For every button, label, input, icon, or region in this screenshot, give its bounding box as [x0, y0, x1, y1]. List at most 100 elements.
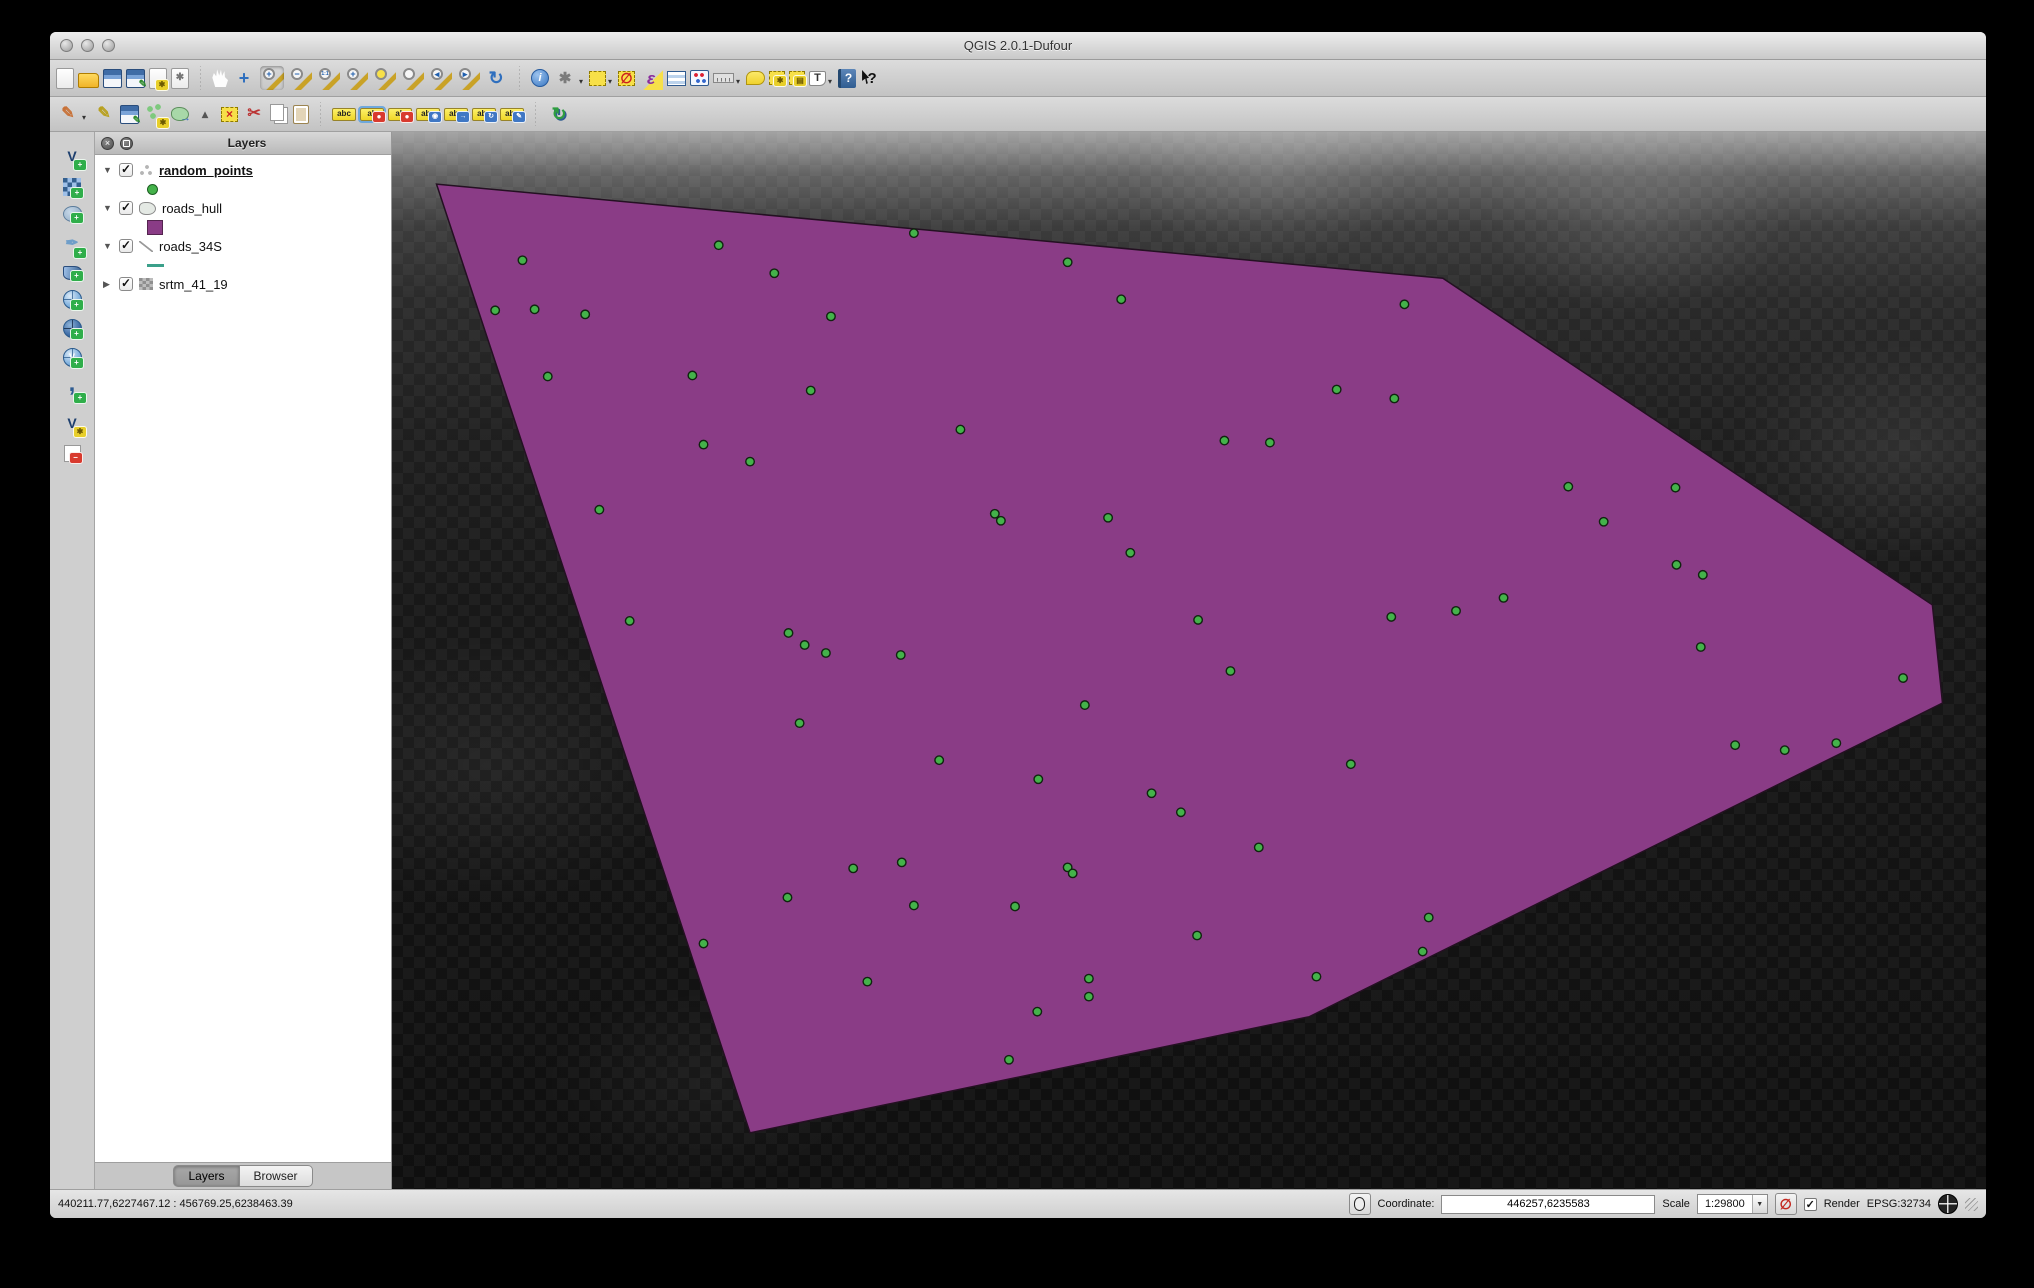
- help-contents-icon[interactable]: [838, 69, 856, 88]
- copy-features-icon[interactable]: [270, 104, 284, 121]
- zoom-last-icon[interactable]: [428, 66, 452, 90]
- remove-layer-icon[interactable]: −: [64, 445, 81, 462]
- layer-labeling-icon[interactable]: [332, 108, 356, 121]
- zoom-next-icon[interactable]: [456, 66, 480, 90]
- field-calculator-icon[interactable]: [690, 70, 709, 86]
- run-feature-action-icon[interactable]: [553, 66, 577, 90]
- text-annotation-icon[interactable]: [809, 71, 826, 86]
- layer-name[interactable]: random_points: [159, 163, 253, 178]
- pan-map-icon[interactable]: [212, 69, 228, 87]
- tab-layers[interactable]: Layers: [173, 1165, 238, 1187]
- crs-status-icon[interactable]: [1938, 1194, 1958, 1214]
- label-show-hide-icon[interactable]: ◉: [416, 108, 440, 121]
- cut-features-icon[interactable]: [242, 102, 266, 126]
- layer-name[interactable]: srtm_41_19: [159, 277, 228, 292]
- layer-checkbox[interactable]: [119, 163, 133, 177]
- select-by-expression-icon[interactable]: [639, 66, 663, 90]
- layer-checkbox[interactable]: [119, 239, 133, 253]
- add-postgis-layer-icon[interactable]: +: [63, 206, 82, 222]
- node-tool-icon[interactable]: [193, 102, 217, 126]
- layer-row-random-points[interactable]: ▼ random_points: [95, 159, 391, 181]
- processing-toolbox-icon[interactable]: [547, 102, 571, 126]
- resize-grip[interactable]: [1965, 1198, 1978, 1211]
- layer-row-srtm[interactable]: ▶ srtm_41_19: [95, 273, 391, 295]
- zoom-full-icon[interactable]: [344, 66, 368, 90]
- layer-checkbox[interactable]: [119, 277, 133, 291]
- new-print-composer-icon[interactable]: ✱: [149, 68, 167, 89]
- whats-this-icon[interactable]: [860, 66, 884, 90]
- open-attribute-table-icon[interactable]: [667, 71, 686, 86]
- add-vector-layer-icon[interactable]: +: [60, 144, 84, 168]
- map-tips-icon[interactable]: [746, 71, 765, 85]
- add-delimited-text-layer-icon[interactable]: +: [60, 377, 84, 401]
- render-checkbox[interactable]: ✓: [1804, 1198, 1817, 1211]
- add-wfs-layer-icon[interactable]: +: [63, 348, 82, 367]
- pan-to-selection-icon[interactable]: [232, 66, 256, 90]
- label-properties-icon[interactable]: ✎: [500, 108, 524, 121]
- add-raster-layer-icon[interactable]: +: [63, 178, 81, 196]
- composer-manager-icon[interactable]: [171, 68, 189, 89]
- tab-browser[interactable]: Browser: [239, 1165, 313, 1187]
- add-wcs-layer-icon[interactable]: +: [63, 319, 82, 338]
- add-feature-icon[interactable]: ✱: [143, 102, 167, 126]
- convex-hull-polygon[interactable]: [437, 184, 1943, 1133]
- current-edits-icon[interactable]: [56, 102, 80, 126]
- zoom-window-icon[interactable]: [102, 39, 115, 52]
- show-bookmarks-icon[interactable]: ▤: [789, 71, 805, 85]
- select-features-dropdown-icon[interactable]: ▾: [608, 77, 612, 86]
- label-change-icon[interactable]: ↻: [472, 108, 496, 121]
- label-move-icon[interactable]: ●: [360, 108, 384, 121]
- new-bookmark-icon[interactable]: ✱: [769, 71, 785, 85]
- label-rotate-icon[interactable]: ●: [388, 108, 412, 121]
- layer-row-roads-34s[interactable]: ▼ roads_34S: [95, 235, 391, 257]
- refresh-map-icon[interactable]: [484, 66, 508, 90]
- coordinate-input[interactable]: [1441, 1195, 1655, 1214]
- toggle-editing-icon[interactable]: [92, 102, 116, 126]
- zoom-in-icon[interactable]: [260, 66, 284, 90]
- paste-features-icon[interactable]: [293, 105, 309, 124]
- scale-combobox[interactable]: 1:29800 ▼: [1697, 1194, 1768, 1214]
- zoom-to-layer-icon[interactable]: [400, 66, 424, 90]
- save-project-icon[interactable]: [103, 69, 122, 88]
- save-layer-edits-icon[interactable]: [120, 105, 139, 124]
- title-bar[interactable]: QGIS 2.0.1-Dufour: [50, 32, 1986, 60]
- panel-float-icon[interactable]: [120, 137, 133, 150]
- stop-render-icon[interactable]: ∅: [1775, 1193, 1797, 1215]
- run-feature-action-dropdown-icon[interactable]: ▾: [579, 77, 583, 86]
- expand-arrow-icon[interactable]: ▼: [103, 203, 113, 213]
- expand-arrow-icon[interactable]: ▼: [103, 241, 113, 251]
- zoom-out-icon[interactable]: [288, 66, 312, 90]
- measure-dropdown-icon[interactable]: ▾: [736, 77, 740, 86]
- new-project-icon[interactable]: [56, 68, 74, 89]
- zoom-native-icon[interactable]: [316, 66, 340, 90]
- close-window-icon[interactable]: [60, 39, 73, 52]
- move-feature-icon[interactable]: [171, 107, 189, 121]
- layer-row-roads-hull[interactable]: ▼ roads_hull: [95, 197, 391, 219]
- mouse-position-icon[interactable]: [1349, 1193, 1371, 1215]
- add-mssql-layer-icon[interactable]: +: [63, 266, 82, 280]
- identify-features-icon[interactable]: [531, 69, 549, 87]
- map-canvas[interactable]: [392, 132, 1986, 1189]
- add-spatialite-layer-icon[interactable]: +: [60, 232, 84, 256]
- save-project-as-icon[interactable]: [126, 69, 145, 88]
- new-shapefile-layer-icon[interactable]: ✱: [60, 411, 84, 435]
- layer-name[interactable]: roads_34S: [159, 239, 222, 254]
- open-project-icon[interactable]: [78, 73, 99, 88]
- panel-close-icon[interactable]: ×: [101, 137, 114, 150]
- minimize-window-icon[interactable]: [81, 39, 94, 52]
- chevron-down-icon[interactable]: ▼: [1752, 1195, 1767, 1213]
- select-features-icon[interactable]: [589, 71, 606, 86]
- layer-name[interactable]: roads_hull: [162, 201, 222, 216]
- map-canvas-svg[interactable]: [392, 132, 1986, 1189]
- deselect-features-icon[interactable]: [618, 71, 635, 86]
- label-move-rotate-icon[interactable]: →: [444, 108, 468, 121]
- zoom-to-selection-icon[interactable]: [372, 66, 396, 90]
- add-wms-layer-icon[interactable]: +: [63, 290, 82, 309]
- text-annotation-dropdown-icon[interactable]: ▾: [828, 77, 832, 86]
- delete-selected-icon[interactable]: [221, 107, 238, 122]
- measure-icon[interactable]: [713, 73, 734, 83]
- current-edits-dropdown-icon[interactable]: ▾: [82, 113, 86, 122]
- layer-checkbox[interactable]: [119, 201, 133, 215]
- collapse-arrow-icon[interactable]: ▶: [103, 279, 113, 290]
- expand-arrow-icon[interactable]: ▼: [103, 165, 113, 175]
